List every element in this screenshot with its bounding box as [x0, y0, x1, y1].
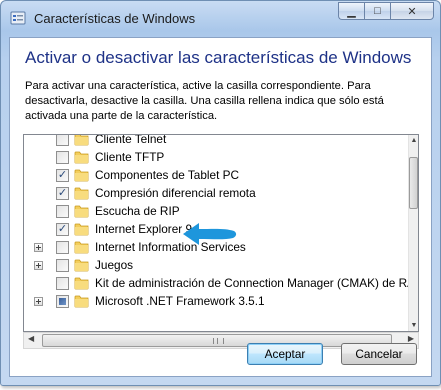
windows-features-icon [10, 11, 26, 25]
folder-icon [74, 150, 89, 164]
window-title: Características de Windows [34, 11, 196, 26]
feature-row[interactable]: ✓ Compresión diferencial remota [24, 184, 409, 202]
dialog-content: Activar o desactivar las características… [9, 37, 432, 377]
feature-label: Microsoft .NET Framework 3.5.1 [95, 294, 265, 308]
folder-icon [74, 168, 89, 182]
folder-icon [74, 240, 89, 254]
feature-label: Cliente Telnet [95, 134, 167, 146]
feature-checkbox[interactable] [56, 135, 69, 146]
feature-checkbox[interactable] [56, 205, 69, 218]
title-bar[interactable]: Características de Windows ▁ □ ✕ [1, 1, 440, 37]
feature-checkbox[interactable] [56, 277, 69, 290]
folder-icon [74, 222, 89, 236]
close-button[interactable]: ✕ [390, 2, 434, 20]
feature-row[interactable]: Juegos [24, 256, 409, 274]
folder-icon [74, 135, 89, 146]
ok-button[interactable]: Aceptar [247, 343, 323, 365]
close-icon: ✕ [407, 5, 417, 18]
folder-icon [74, 276, 89, 290]
expand-icon[interactable] [34, 243, 43, 252]
feature-checkbox[interactable]: ✓ [56, 187, 69, 200]
feature-checkbox[interactable] [56, 151, 69, 164]
maximize-button[interactable]: □ [364, 2, 390, 20]
scroll-left-icon[interactable]: ◀ [28, 334, 34, 343]
horizontal-scroll-thumb[interactable] [42, 334, 392, 347]
folder-icon [74, 186, 89, 200]
feature-label: Kit de administración de Connection Mana… [95, 276, 419, 290]
scroll-down-icon[interactable]: ▼ [409, 322, 418, 329]
feature-checkbox[interactable]: ✓ [56, 223, 69, 236]
folder-icon [74, 258, 89, 272]
expand-icon[interactable] [34, 261, 43, 270]
scroll-up-icon[interactable]: ▲ [409, 137, 418, 144]
feature-label: Cliente TFTP [95, 150, 165, 164]
feature-label: Juegos [95, 258, 134, 272]
feature-row[interactable]: Escucha de RIP [24, 202, 409, 220]
instructions-text: Para activar una característica, active … [25, 80, 384, 122]
feature-row[interactable]: Kit de administración de Connection Mana… [24, 274, 418, 292]
feature-row[interactable]: ✓ Componentes de Tablet PC [24, 166, 409, 184]
scroll-right-icon[interactable]: ▶ [408, 334, 414, 343]
expand-icon[interactable] [34, 297, 43, 306]
feature-row[interactable]: Cliente TFTP [24, 148, 409, 166]
page-heading: Activar o desactivar las características… [25, 48, 412, 67]
cancel-button[interactable]: Cancelar [341, 343, 417, 365]
feature-checkbox[interactable] [56, 241, 69, 254]
folder-icon [74, 294, 89, 308]
minimize-icon: ▁ [347, 5, 356, 18]
maximize-icon: □ [374, 5, 381, 17]
caption-buttons: ▁ □ ✕ [338, 2, 434, 20]
vertical-scrollbar[interactable]: ▲ ▼ [408, 135, 418, 331]
feature-label: Internet Explorer 9 [95, 222, 193, 236]
vertical-scroll-thumb[interactable] [409, 157, 418, 209]
feature-row[interactable]: Microsoft .NET Framework 3.5.1 [24, 292, 409, 310]
feature-checkbox[interactable] [56, 295, 69, 308]
feature-checkbox[interactable]: ✓ [56, 169, 69, 182]
minimize-button[interactable]: ▁ [338, 2, 364, 20]
feature-row[interactable]: Cliente Telnet [24, 134, 409, 148]
feature-checkbox[interactable] [56, 259, 69, 272]
feature-label: Escucha de RIP [95, 204, 180, 218]
features-dialog: Características de Windows ▁ □ ✕ Activar… [0, 0, 441, 386]
feature-label: Compresión diferencial remota [95, 186, 256, 200]
feature-label: Componentes de Tablet PC [95, 168, 240, 182]
annotation-arrow-icon [183, 223, 237, 245]
scroll-grip-icon [213, 338, 224, 344]
folder-icon [74, 204, 89, 218]
